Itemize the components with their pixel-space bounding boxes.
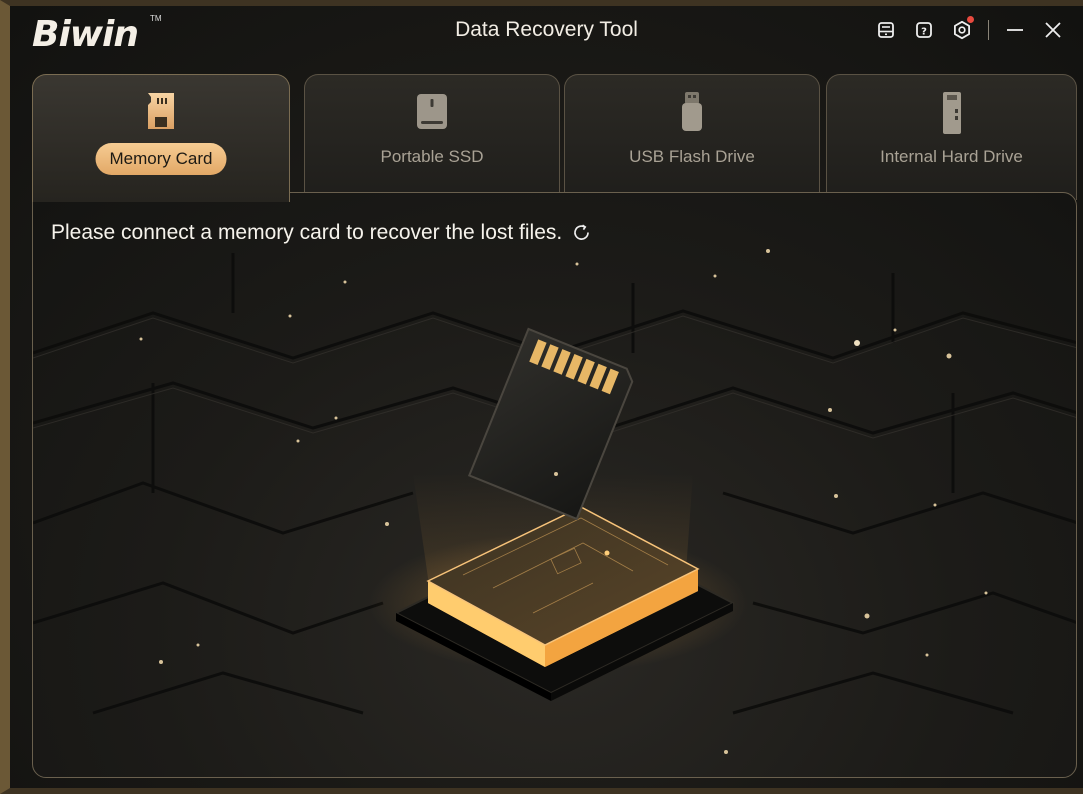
save-log-icon[interactable] [874, 18, 898, 42]
connection-message: Please connect a memory card to recover … [51, 221, 592, 245]
settings-icon[interactable] [950, 16, 974, 42]
close-icon[interactable] [1041, 18, 1065, 42]
device-tabs: Memory Card Portable SSD USB Flash Drive… [32, 74, 1077, 202]
tab-label: USB Flash Drive [629, 147, 755, 166]
svg-text:?: ? [921, 26, 927, 37]
tab-usb-flash-drive[interactable]: USB Flash Drive [564, 74, 820, 200]
tab-label: Portable SSD [380, 147, 484, 166]
tab-memory-card[interactable]: Memory Card [32, 74, 290, 202]
memory-card-illustration [33, 249, 1076, 754]
app-window: Biwin TM Data Recovery Tool ? Memory Car… [0, 0, 1083, 794]
tab-label: Internal Hard Drive [880, 147, 1023, 166]
usb-flash-drive-icon [677, 91, 707, 138]
title-bar-controls: ? [874, 16, 1065, 42]
title-bar: Biwin TM Data Recovery Tool ? [10, 6, 1083, 64]
title-bar-separator [988, 20, 989, 40]
tab-label: Memory Card [95, 143, 227, 175]
message-text: Please connect a memory card to recover … [51, 221, 563, 244]
internal-hard-drive-icon [939, 91, 965, 140]
portable-ssd-icon [415, 91, 449, 136]
refresh-icon[interactable] [572, 223, 592, 243]
minimize-icon[interactable] [1003, 18, 1027, 42]
notification-dot [967, 16, 974, 23]
content-panel: Please connect a memory card to recover … [32, 192, 1077, 778]
tab-internal-hard-drive[interactable]: Internal Hard Drive [826, 74, 1077, 200]
help-icon[interactable]: ? [912, 18, 936, 42]
memory-card-icon [144, 91, 178, 136]
tab-portable-ssd[interactable]: Portable SSD [304, 74, 560, 200]
